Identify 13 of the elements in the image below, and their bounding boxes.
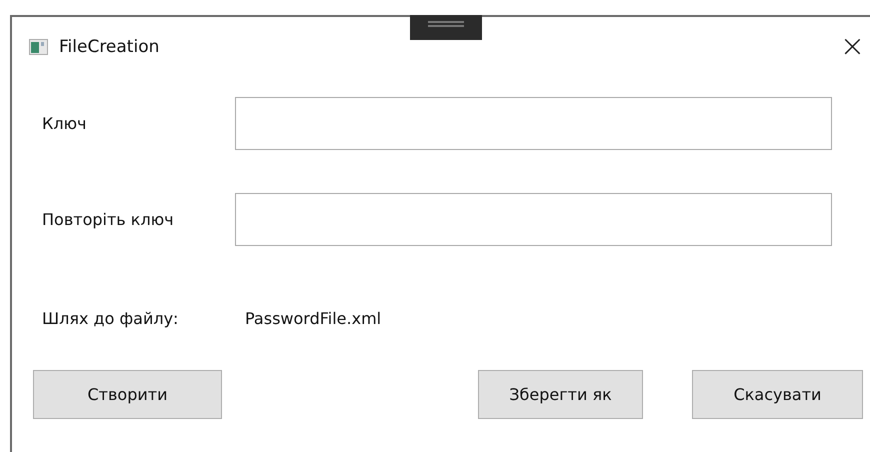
window-title: FileCreation — [59, 37, 160, 57]
close-button[interactable]: × — [840, 32, 865, 62]
action-button[interactable]: Створити — [33, 370, 222, 419]
field-label: Повторіть ключ — [41, 210, 175, 229]
action-button[interactable]: Скасувати — [692, 370, 863, 419]
path-label: Шлях до файлу: — [41, 308, 180, 328]
action-button[interactable]: Зберегти як — [478, 370, 643, 419]
input-field[interactable] — [235, 193, 832, 246]
app-icon — [29, 39, 48, 55]
path-value: PasswordFile.xml — [245, 308, 382, 328]
field-label: Ключ — [41, 114, 88, 133]
grip-icon[interactable] — [410, 15, 482, 40]
input-field[interactable] — [235, 97, 832, 150]
